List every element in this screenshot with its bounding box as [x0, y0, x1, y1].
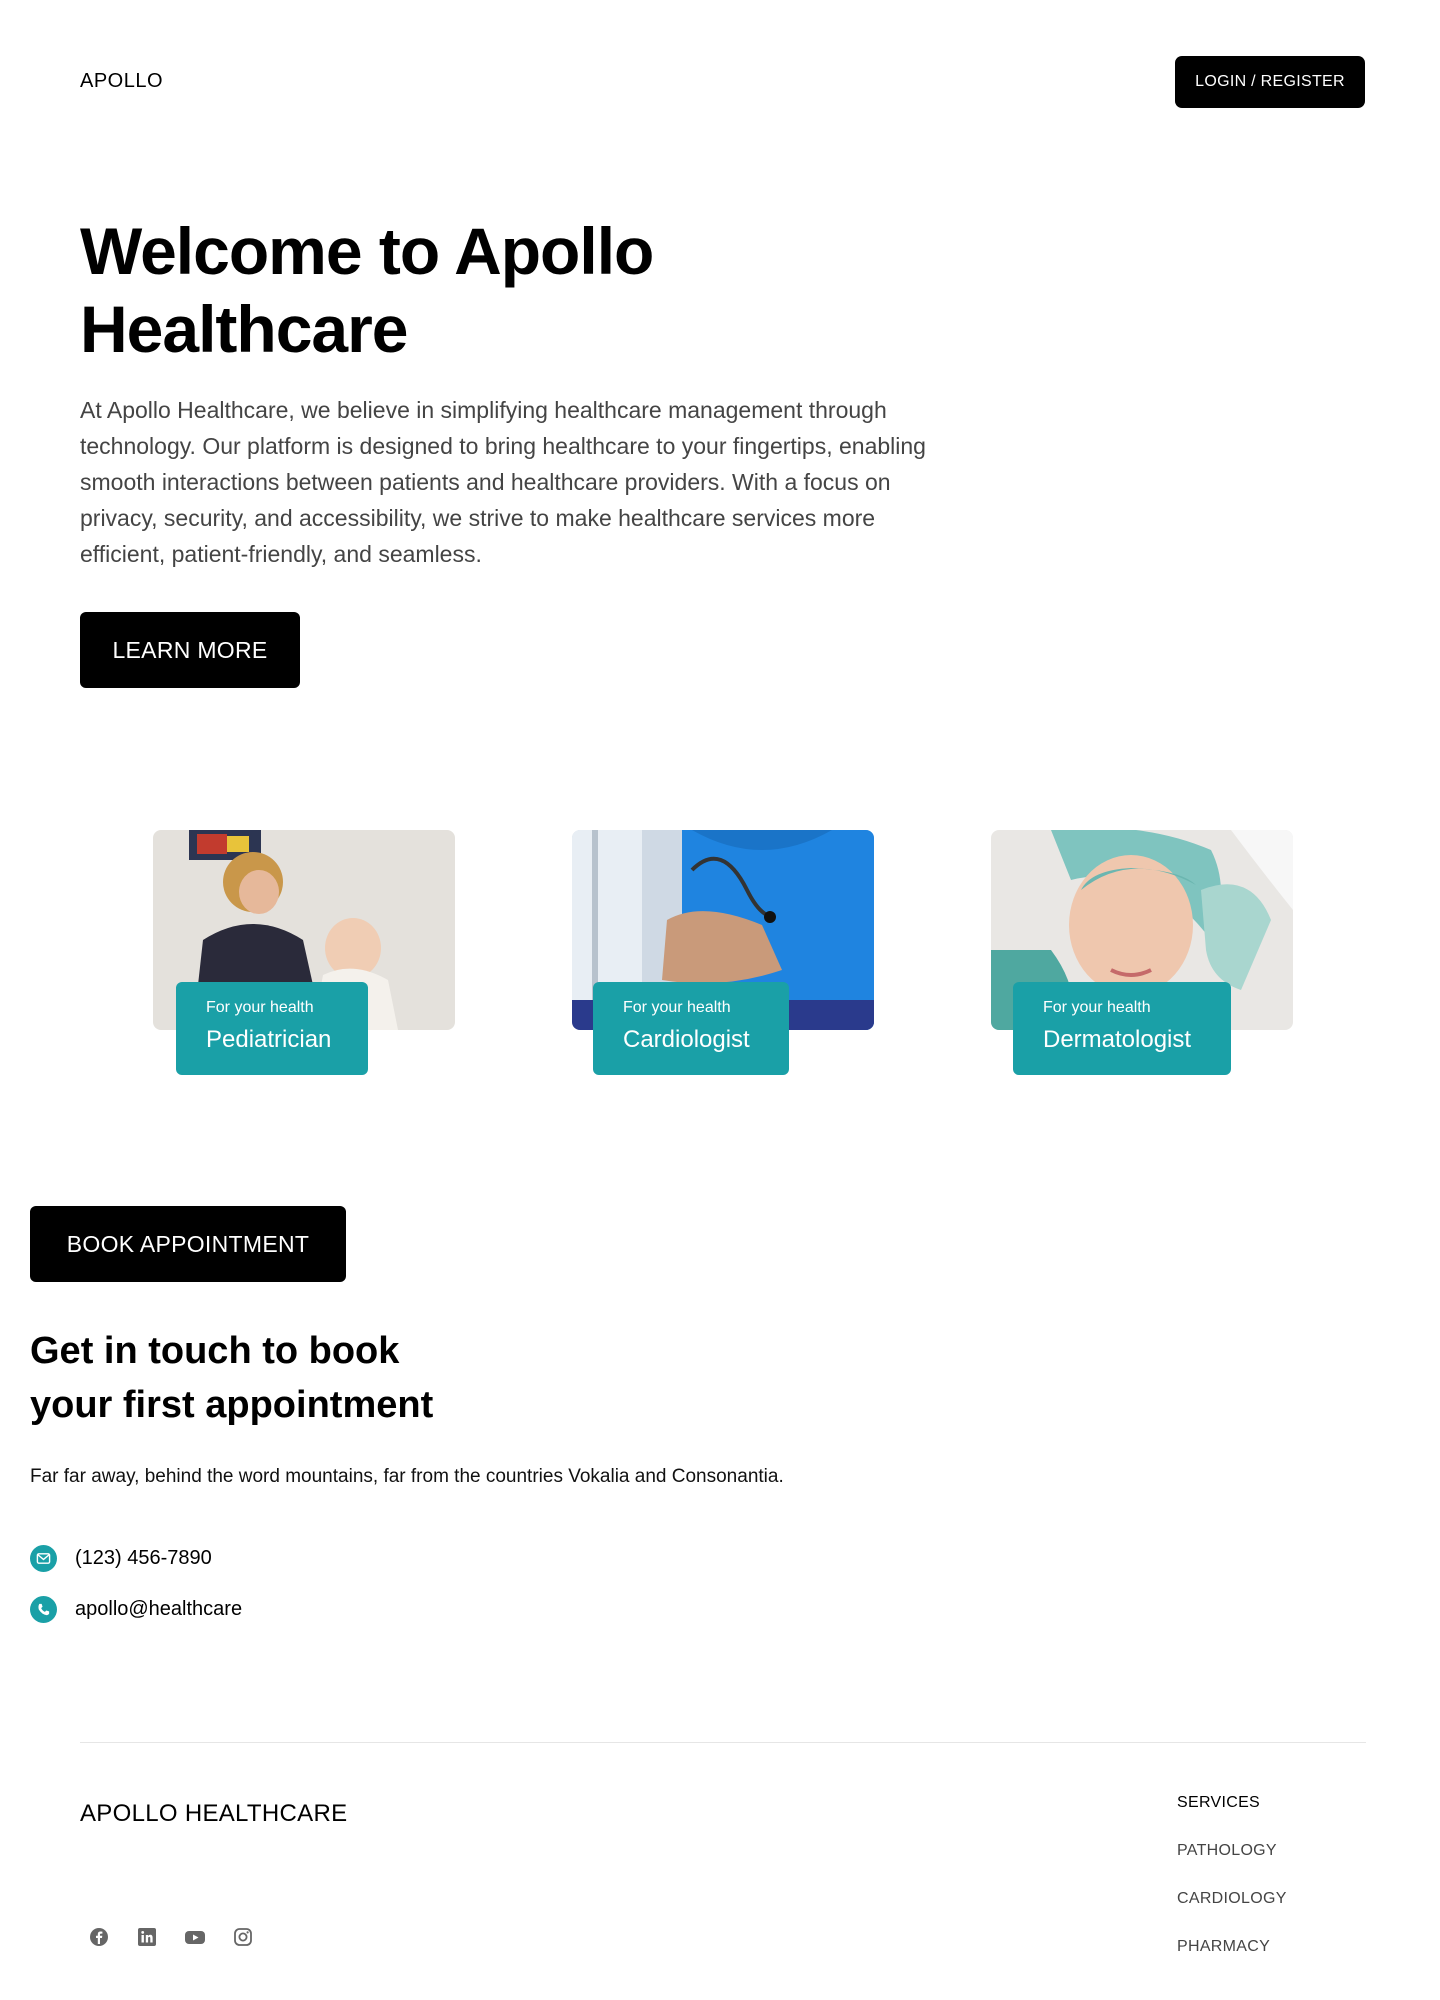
cardiologist-name: Cardiologist [623, 1026, 750, 1053]
contact-email[interactable]: apollo@healthcare [75, 1598, 242, 1621]
footer-divider [80, 1742, 1366, 1743]
booking-description: Far far away, behind the word mountains,… [30, 1466, 784, 1487]
booking-title-line2: your first appointment [30, 1384, 434, 1426]
contact-email-row[interactable]: apollo@healthcare [30, 1596, 242, 1623]
learn-more-button[interactable]: LEARN MORE [80, 612, 300, 688]
book-appointment-button[interactable]: BOOK APPOINTMENT [30, 1206, 346, 1282]
booking-title: Get in touch to book your first appointm… [30, 1324, 630, 1432]
social-links [88, 1926, 254, 1948]
service-link-cardiology[interactable]: CARDIOLOGY [1177, 1890, 1287, 1908]
site-logo[interactable]: APOLLO [80, 70, 163, 93]
youtube-icon[interactable] [184, 1926, 206, 1948]
cardiologist-tagline: For your health [623, 999, 731, 1016]
contact-phone[interactable]: (123) 456-7890 [75, 1547, 212, 1570]
booking-title-line1: Get in touch to book [30, 1330, 400, 1372]
site-header: APOLLO LOGIN / REGISTER [0, 0, 1440, 164]
service-link-pathology[interactable]: PATHOLOGY [1177, 1842, 1287, 1860]
instagram-icon[interactable] [232, 1926, 254, 1948]
services-heading: SERVICES [1177, 1794, 1261, 1811]
facebook-icon[interactable] [88, 1926, 110, 1948]
hero-title: Welcome to Apollo Healthcare [80, 214, 654, 366]
service-link-pharmacy[interactable]: PHARMACY [1177, 1938, 1287, 1956]
login-register-button[interactable]: LOGIN / REGISTER [1175, 56, 1365, 108]
dermatologist-tagline: For your health [1043, 999, 1151, 1016]
footer-services: SERVICES PATHOLOGY CARDIOLOGY PHARMACY [1177, 1794, 1287, 1986]
dermatologist-name: Dermatologist [1043, 1026, 1192, 1053]
phone-icon [30, 1596, 57, 1623]
pediatrician-label[interactable]: For your health Pediatrician [176, 982, 368, 1075]
dermatologist-label[interactable]: For your health Dermatologist [1013, 982, 1231, 1075]
mail-icon [30, 1545, 57, 1572]
pediatrician-name: Pediatrician [206, 1026, 332, 1053]
cardiologist-label[interactable]: For your health Cardiologist [593, 982, 789, 1075]
footer-brand[interactable]: APOLLO HEALTHCARE [80, 1800, 347, 1828]
hero-description: At Apollo Healthcare, we believe in simp… [80, 397, 926, 567]
contact-phone-row[interactable]: (123) 456-7890 [30, 1545, 212, 1572]
linkedin-icon[interactable] [136, 1926, 158, 1948]
pediatrician-tagline: For your health [206, 999, 314, 1016]
